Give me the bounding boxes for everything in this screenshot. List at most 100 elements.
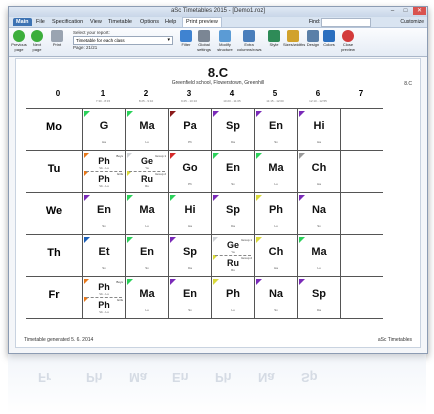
- room-label: Vk - Lu: [99, 184, 109, 188]
- subject-label: Ge: [226, 240, 239, 250]
- room-label: Vk - Lu: [99, 310, 109, 314]
- minimize-button[interactable]: –: [386, 7, 399, 15]
- lesson-cell[interactable]: Hi Ha: [299, 111, 339, 147]
- colors-button[interactable]: Colors: [321, 30, 337, 48]
- menu-options[interactable]: Options: [137, 18, 162, 26]
- palette-icon: [323, 30, 335, 42]
- lesson-cell[interactable]: Sp Da: [170, 237, 210, 273]
- lesson-cell[interactable]: En Sv: [213, 153, 253, 189]
- subject-label: Ph: [98, 174, 110, 184]
- lesson-half[interactable]: Group 1 Ge Ya: [213, 237, 253, 255]
- column-divider: [125, 108, 126, 318]
- lesson-cell[interactable]: Ch Ha: [256, 237, 296, 273]
- lesson-cell[interactable]: Ma Lu: [127, 279, 167, 315]
- customize-menu[interactable]: Customize: [400, 18, 424, 26]
- lesson-half[interactable]: Boys Ph Vk - Lu: [84, 279, 124, 297]
- menu-view[interactable]: View: [87, 18, 105, 26]
- menu-main[interactable]: Main: [13, 18, 32, 26]
- color-marker: [127, 195, 133, 201]
- lesson-cell[interactable]: Sp Da: [299, 279, 339, 315]
- design-button[interactable]: Design: [305, 30, 321, 48]
- close-preview-button[interactable]: Close preview: [339, 30, 357, 52]
- next-page-button[interactable]: Next page: [29, 30, 45, 52]
- room-label: Lu: [274, 224, 278, 228]
- previous-page-button[interactable]: Previous page: [11, 30, 27, 52]
- lesson-cell[interactable]: Ma Lu: [127, 195, 167, 231]
- lesson-cell[interactable]: Sp Da: [213, 111, 253, 147]
- tab-print-preview[interactable]: Print preview: [182, 17, 222, 27]
- style-button[interactable]: Style: [267, 30, 281, 48]
- menu-file[interactable]: File: [33, 18, 48, 26]
- print-preview-page: 8.C Greenfield school, Flowerstown, Gree…: [15, 58, 421, 348]
- lesson-cell[interactable]: Ma Lu: [127, 111, 167, 147]
- lesson-half[interactable]: Group 2 Ru Ru: [213, 255, 253, 273]
- lesson-cell[interactable]: Boys Ph Vk - Lu Girls Ph Vk - Lu: [84, 153, 124, 189]
- filter-button[interactable]: Filter: [179, 30, 193, 48]
- lesson-half[interactable]: Boys Ph Vk - Lu: [84, 153, 124, 171]
- lesson-cell[interactable]: Na Sv: [256, 279, 296, 315]
- lesson-cell[interactable]: G Ha: [84, 111, 124, 147]
- class-title: 8.C: [207, 65, 229, 80]
- menu-timetable[interactable]: Timetable: [105, 18, 135, 26]
- subject-label: Pa: [183, 120, 197, 132]
- column-divider: [82, 108, 83, 318]
- lesson-cell[interactable]: En Sv: [127, 237, 167, 273]
- color-marker: [127, 111, 133, 117]
- lesson-cell[interactable]: Et Sv: [84, 237, 124, 273]
- modify-structure-button[interactable]: Modify structure: [215, 30, 235, 52]
- room-label: Sv: [188, 308, 192, 312]
- structure-icon: [219, 30, 231, 42]
- subject-label: En: [225, 162, 241, 174]
- lesson-cell[interactable]: Group 1 Ge Ya Group 2 Ru Ru: [213, 237, 253, 273]
- lesson-cell[interactable]: En Sv: [84, 195, 124, 231]
- lesson-half[interactable]: Group 2 Ru Ru: [127, 171, 167, 189]
- lesson-half[interactable]: Girls Ph Vk - Lu: [84, 171, 124, 189]
- room-label: Sv: [274, 140, 278, 144]
- subject-label: Ge: [140, 156, 153, 166]
- lesson-half[interactable]: Group 1 Ge Ya: [127, 153, 167, 171]
- sizes-button[interactable]: Sizes/widths: [283, 30, 305, 48]
- period-time: 7:30 - 8:15: [95, 99, 111, 103]
- subject-label: Sp: [182, 246, 198, 258]
- print-button[interactable]: Print: [49, 30, 65, 48]
- report-dropdown[interactable]: Timetable for each class: [73, 36, 173, 45]
- color-marker: [170, 111, 176, 117]
- close-button[interactable]: ✕: [413, 7, 426, 15]
- room-label: Sv: [274, 308, 278, 312]
- room-label: Sv: [102, 224, 106, 228]
- ribbon-toolbar: Previous page Next page Print Select you…: [9, 28, 427, 57]
- color-marker: [299, 111, 305, 117]
- lesson-cell[interactable]: Ph Lu: [213, 279, 253, 315]
- color-marker: [170, 279, 176, 285]
- lesson-cell[interactable]: Ma Lu: [256, 153, 296, 189]
- find-label: Find:: [309, 19, 321, 25]
- lesson-cell[interactable]: Group 1 Ge Ya Group 2 Ru Ru: [127, 153, 167, 189]
- extra-rows-button[interactable]: Extra columns/rows: [237, 30, 261, 52]
- subject-label: Ch: [268, 246, 284, 258]
- lesson-cell[interactable]: Ma Lu: [299, 237, 339, 273]
- lesson-cell[interactable]: Na Sv: [299, 195, 339, 231]
- lesson-cell[interactable]: Boys Ph Vk - Lu Girls Ph Vk - Lu: [84, 279, 124, 315]
- subject-label: En: [268, 120, 284, 132]
- find-input[interactable]: [321, 18, 371, 27]
- lesson-half[interactable]: Girls Ph Vk - Lu: [84, 297, 124, 315]
- lesson-cell[interactable]: Sp Da: [213, 195, 253, 231]
- room-label: Lu: [317, 266, 321, 270]
- color-marker: [170, 237, 176, 243]
- lesson-cell[interactable]: Ch Ha: [299, 153, 339, 189]
- menu-help[interactable]: Help: [162, 18, 179, 26]
- room-label: Lu: [145, 140, 149, 144]
- lesson-cell[interactable]: Hi Ha: [170, 195, 210, 231]
- room-label: Ya: [145, 166, 149, 170]
- color-marker: [299, 195, 305, 201]
- period-number: 4: [229, 89, 235, 98]
- lesson-cell[interactable]: Pa Ph: [170, 111, 210, 147]
- subject-label: Na: [311, 204, 327, 216]
- lesson-cell[interactable]: En Sv: [256, 111, 296, 147]
- menu-specification[interactable]: Specification: [49, 18, 86, 26]
- global-settings-button[interactable]: Global settings: [195, 30, 213, 52]
- lesson-cell[interactable]: Go Ph: [170, 153, 210, 189]
- lesson-cell[interactable]: Ph Lu: [256, 195, 296, 231]
- lesson-cell[interactable]: En Sv: [170, 279, 210, 315]
- maximize-button[interactable]: □: [399, 7, 412, 15]
